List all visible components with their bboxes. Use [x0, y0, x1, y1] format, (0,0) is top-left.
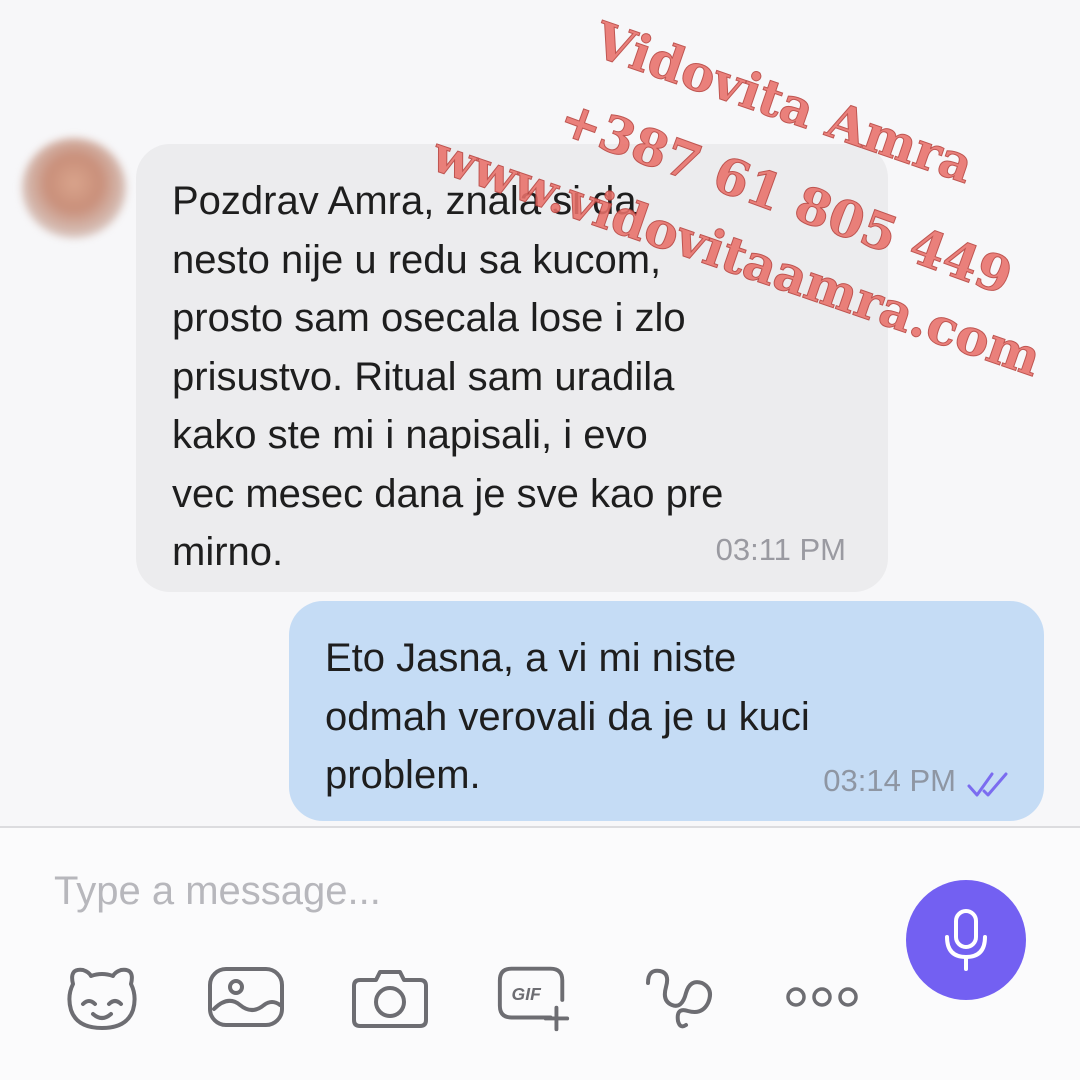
- gif-button[interactable]: GIF: [494, 960, 574, 1034]
- incoming-message-time: 03:11 PM: [715, 532, 846, 567]
- message-input[interactable]: [52, 860, 816, 922]
- more-icon: [786, 987, 858, 1007]
- doodle-button[interactable]: [638, 960, 718, 1034]
- gif-icon: GIF: [497, 966, 570, 1032]
- gallery-button[interactable]: [206, 960, 286, 1034]
- sticker-icon: [67, 967, 137, 1030]
- chat-area: Pozdrav Amra, znala si da nesto nije u r…: [0, 0, 1080, 826]
- incoming-message-text: Pozdrav Amra, znala si da nesto nije u r…: [172, 179, 724, 574]
- gif-label: GIF: [512, 984, 543, 1004]
- more-button[interactable]: [782, 960, 862, 1034]
- sticker-button[interactable]: [62, 960, 142, 1034]
- voice-message-button[interactable]: [906, 880, 1026, 1000]
- gallery-icon: [208, 967, 284, 1027]
- contact-avatar[interactable]: [22, 138, 126, 238]
- message-composer: GIF: [0, 828, 1080, 1080]
- camera-button[interactable]: [350, 960, 430, 1034]
- microphone-icon: [945, 909, 987, 971]
- double-check-icon: [967, 772, 1008, 797]
- outgoing-message-time: 03:14 PM: [823, 763, 956, 798]
- camera-icon: [352, 970, 428, 1028]
- outgoing-message-bubble[interactable]: Eto Jasna, a vi mi niste odmah verovali …: [289, 601, 1044, 821]
- doodle-icon: [646, 968, 712, 1029]
